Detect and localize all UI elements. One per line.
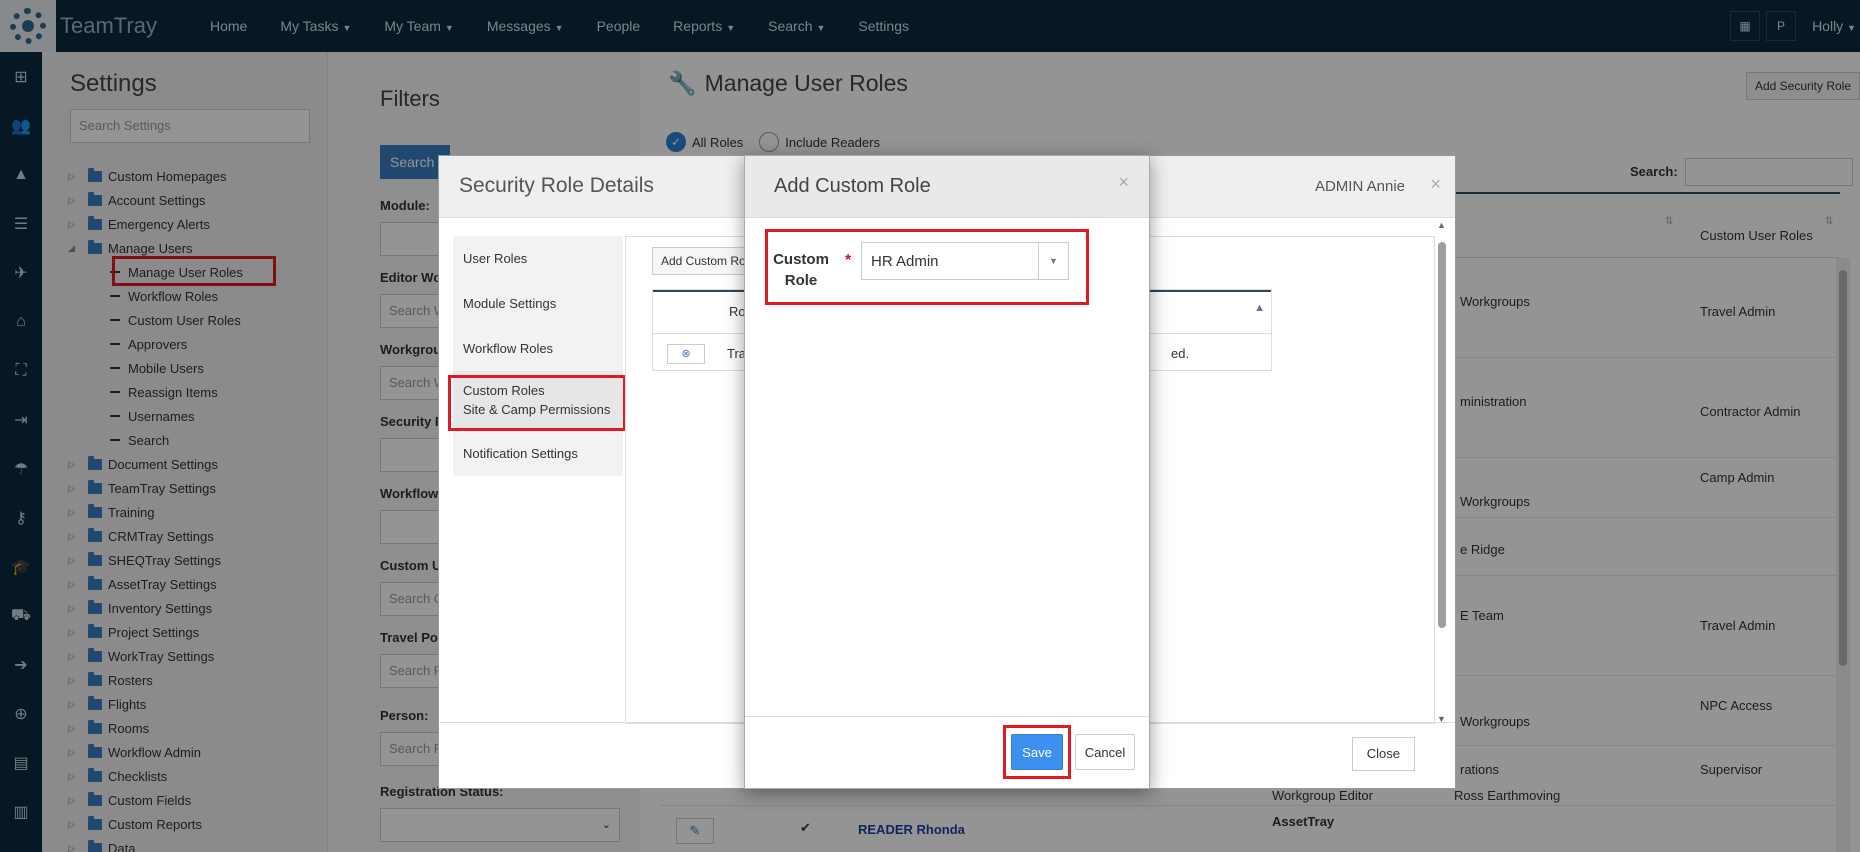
highlight-custom-role-field bbox=[765, 229, 1089, 305]
sort-asc-icon[interactable]: ▲ bbox=[1254, 302, 1265, 314]
tab-user-roles[interactable]: User Roles bbox=[453, 236, 623, 281]
srd-tab-list: User Roles Module Settings Workflow Role… bbox=[453, 236, 623, 476]
row-status-text: ed. bbox=[1171, 346, 1190, 361]
tab-module-settings[interactable]: Module Settings bbox=[453, 281, 623, 326]
highlight-save-button bbox=[1003, 725, 1071, 779]
acr-footer: Save Cancel bbox=[745, 716, 1149, 788]
close-icon[interactable]: × bbox=[1118, 172, 1129, 193]
remove-icon[interactable]: ⊗ bbox=[667, 344, 705, 364]
add-custom-role-modal: Add Custom Role × Custom Role * HR Admin … bbox=[744, 155, 1150, 789]
highlight-custom-roles-tab bbox=[448, 375, 626, 431]
tab-notification-settings[interactable]: Notification Settings bbox=[453, 431, 623, 476]
acr-header: Add Custom Role × bbox=[745, 156, 1149, 218]
srd-user: ADMIN Annie bbox=[1314, 178, 1405, 195]
srd-scrollbar[interactable]: ▲ ▼ bbox=[1437, 220, 1447, 724]
cancel-button[interactable]: Cancel bbox=[1075, 734, 1135, 770]
close-button[interactable]: Close bbox=[1351, 737, 1415, 771]
tab-workflow-roles[interactable]: Workflow Roles bbox=[453, 326, 623, 371]
close-icon[interactable]: × bbox=[1430, 174, 1441, 195]
srd-title: Security Role Details bbox=[459, 174, 654, 197]
acr-title: Add Custom Role bbox=[774, 175, 931, 197]
scroll-up-icon[interactable]: ▲ bbox=[1437, 220, 1446, 230]
